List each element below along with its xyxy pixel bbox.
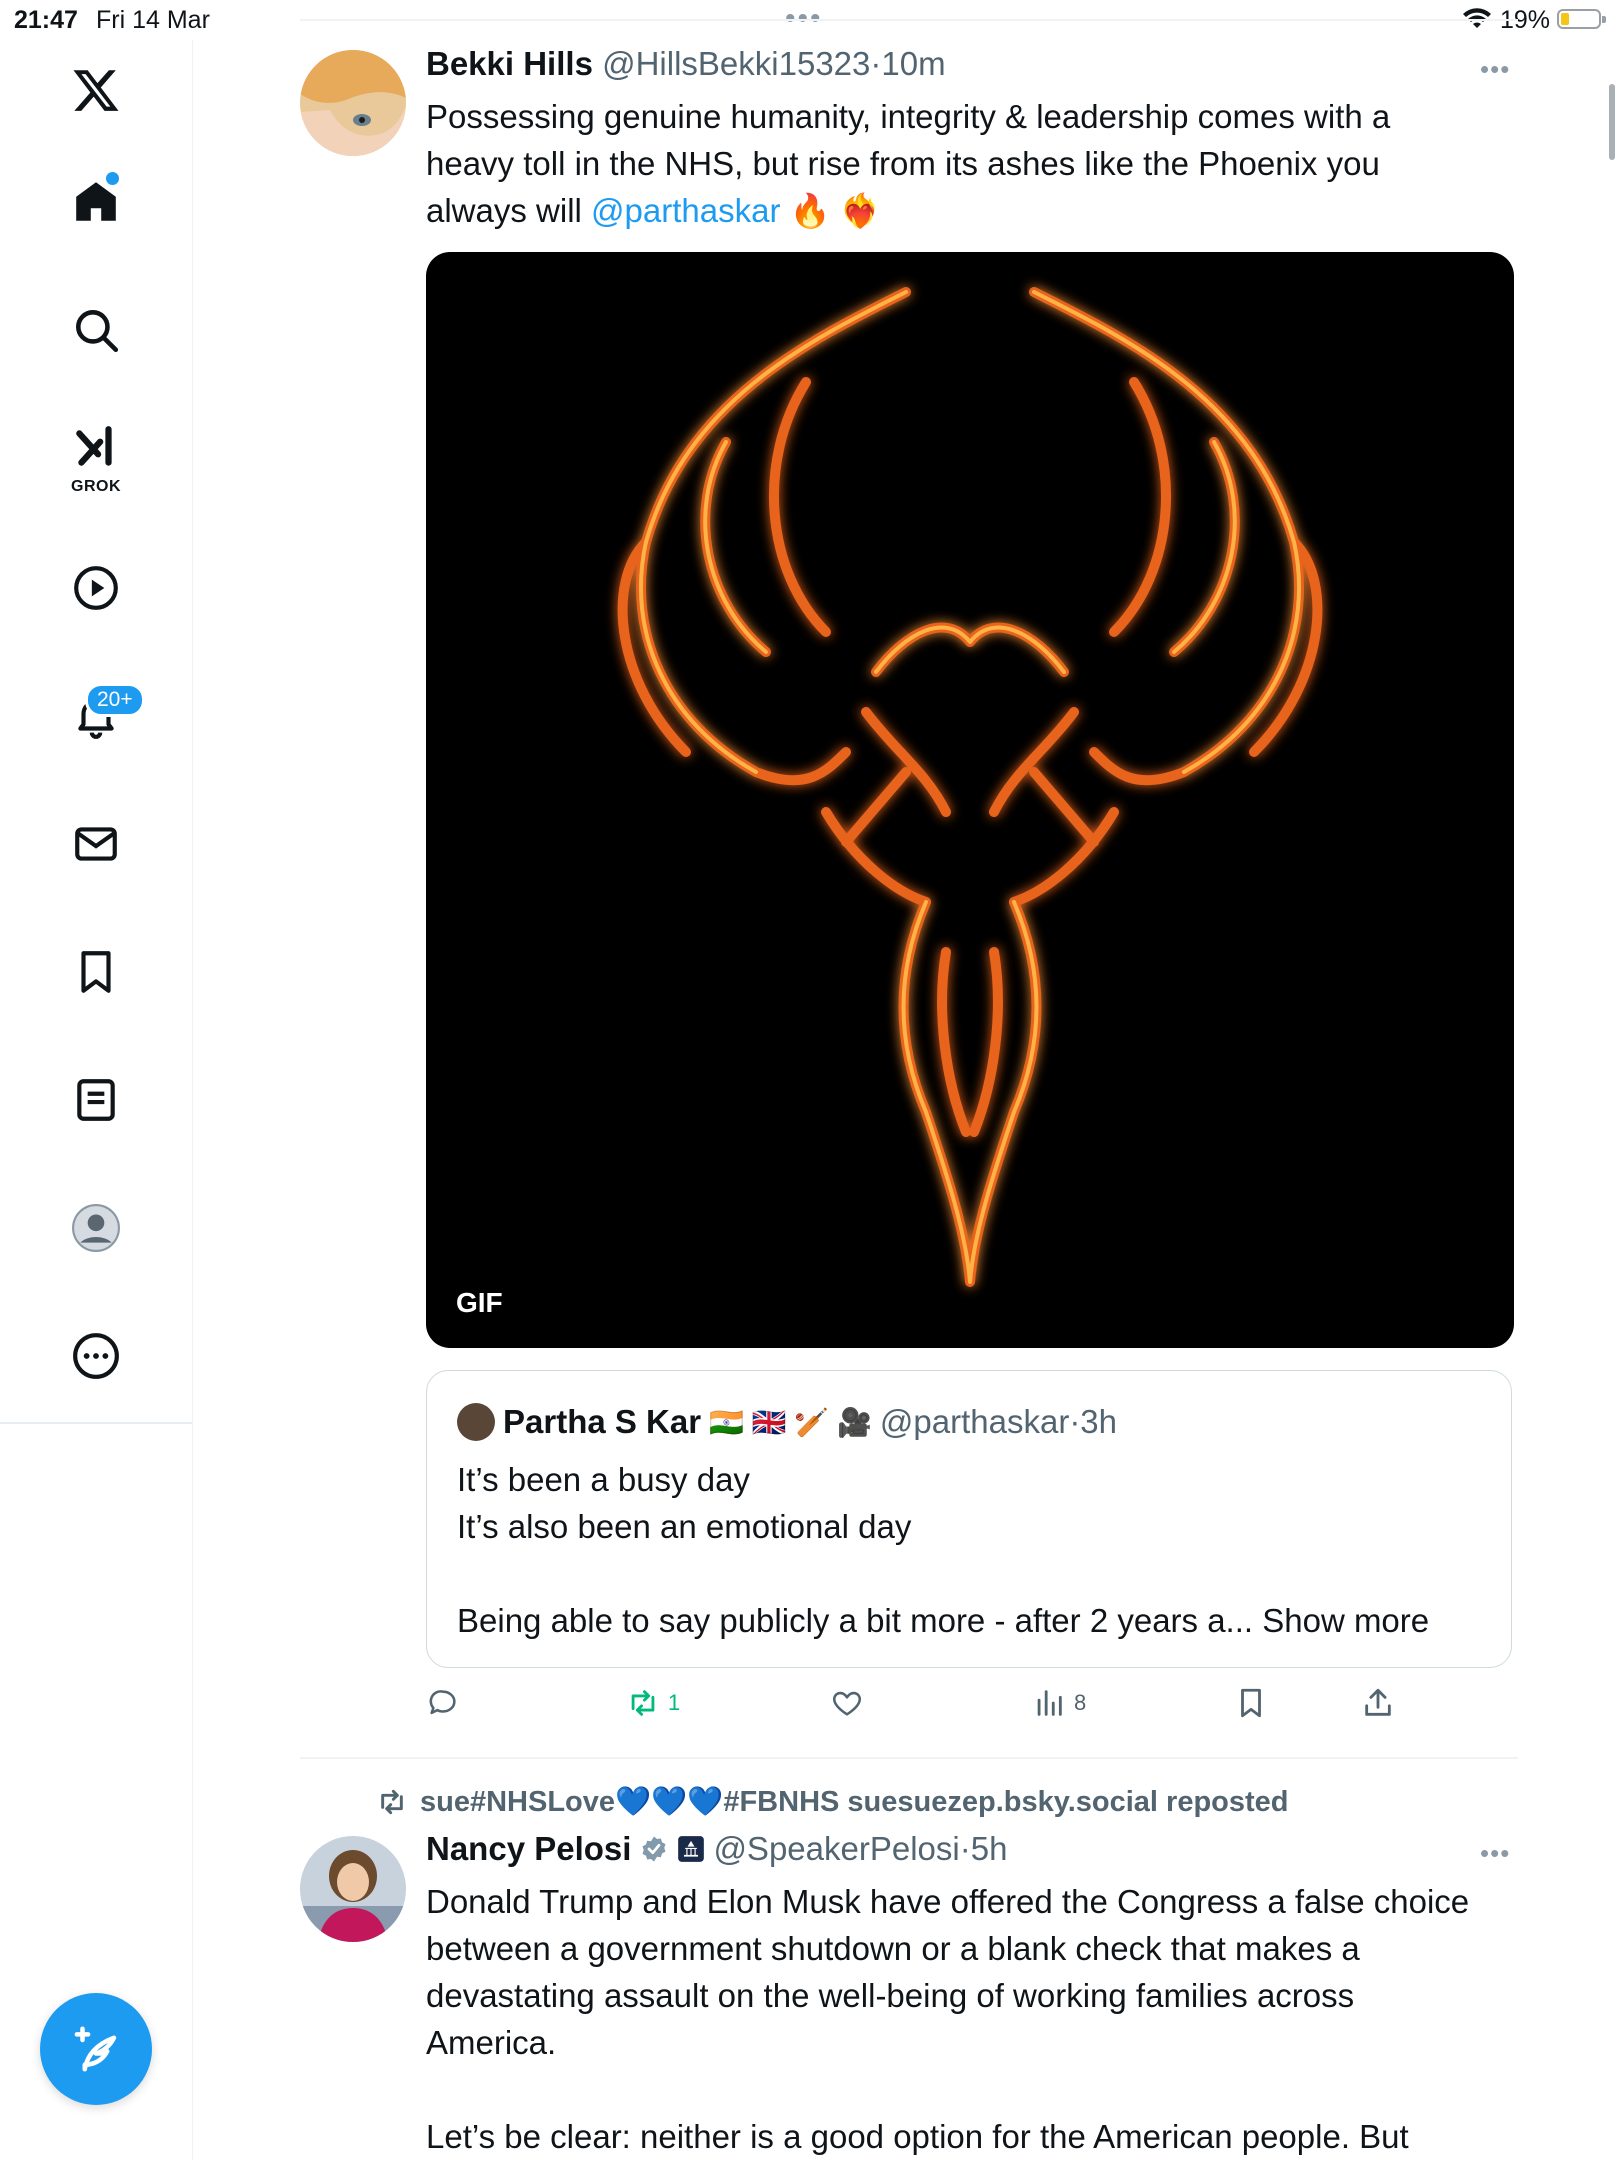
tweet-more-button[interactable]: ••• (1480, 1838, 1510, 1869)
repost-icon (381, 1789, 403, 1815)
bookmark-button[interactable] (1234, 1686, 1268, 1720)
timestamp[interactable]: ·5h (960, 1830, 1008, 1868)
x-logo-icon[interactable] (46, 50, 146, 130)
quoted-flags: 🇮🇳 🇬🇧 🏏 🎥 (709, 1406, 872, 1438)
quoted-display-name[interactable]: Partha S Kar (503, 1403, 701, 1441)
tweet-text-line: heavy toll in the NHS, but rise from its… (426, 145, 1380, 182)
analytics-icon (1037, 1690, 1062, 1716)
grok-icon[interactable] (46, 408, 146, 488)
tweet-text-line: devastating assault on the well-being of… (426, 1977, 1355, 2014)
display-name[interactable]: Nancy Pelosi (426, 1830, 631, 1868)
wifi-icon (1462, 8, 1492, 37)
government-badge-icon (678, 1836, 705, 1862)
quoted-handle-text: @parthaskar (879, 1403, 1070, 1440)
lists-icon[interactable] (46, 1060, 146, 1140)
repost-context[interactable]: sue#NHSLove💙💙💙#FBNHS suesuezep.bsky.soci… (376, 1785, 1289, 1819)
retweet-count: 1 (668, 1690, 681, 1715)
quoted-tweet[interactable]: Partha S Kar 🇮🇳 🇬🇧 🏏 🎥 @parthaskar·3h It… (426, 1370, 1512, 1668)
feather-plus-icon (74, 2026, 117, 2072)
date: Fri 14 Mar (96, 6, 210, 34)
sidebar: GROK 20+ (0, 40, 193, 2160)
emoji: 🔥 ❤️‍🔥 (780, 192, 881, 229)
mention-link[interactable]: @parthaskar (591, 192, 780, 229)
tweet-actions: 1 8 (426, 1686, 1514, 1726)
video-icon[interactable] (46, 548, 146, 628)
battery-icon (1557, 9, 1606, 29)
quoted-tweet-text: It’s been a busy day It’s also been an e… (457, 1456, 1429, 1644)
quoted-text-line: It’s been a busy day (457, 1461, 750, 1498)
quoted-timestamp: ·3h (1069, 1403, 1118, 1440)
sidebar-divider (0, 1422, 192, 1424)
bookmarks-icon[interactable] (46, 932, 146, 1012)
avatar[interactable] (300, 1836, 406, 1942)
views-button[interactable]: 8 (1032, 1686, 1086, 1720)
tweet-more-button[interactable]: ••• (1480, 54, 1510, 85)
home-icon[interactable] (46, 162, 146, 242)
retweet-button[interactable]: 1 (626, 1686, 680, 1720)
tweet-text: Possessing genuine humanity, integrity &… (426, 93, 1506, 234)
share-icon (1365, 1688, 1391, 1716)
bookmark-icon (1241, 1688, 1261, 1718)
retweet-icon (631, 1690, 655, 1716)
more-icon[interactable] (46, 1316, 146, 1396)
share-button[interactable] (1361, 1686, 1395, 1720)
handle[interactable]: @HillsBekki15323 (602, 45, 870, 82)
tweet-header: Bekki Hills @HillsBekki15323·10m (426, 45, 946, 83)
like-button[interactable] (830, 1686, 864, 1720)
tweet-header: Nancy Pelosi @SpeakerPelosi ·5h (426, 1830, 1007, 1868)
quoted-handle[interactable]: @parthaskar·3h (880, 1403, 1117, 1441)
gif-media[interactable]: GIF (426, 252, 1514, 1348)
tweet-text-line: America. (426, 2024, 557, 2061)
battery-percent: 19% (1500, 6, 1551, 34)
heart-icon (832, 1691, 862, 1716)
clock: 21:47 (14, 6, 78, 34)
scrollbar[interactable] (1609, 84, 1615, 160)
view-count: 8 (1074, 1690, 1087, 1715)
tweet-text-line: Donald Trump and Elon Musk have offered … (426, 1883, 1470, 1920)
handle[interactable]: @SpeakerPelosi (713, 1830, 959, 1868)
compose-post-button[interactable] (40, 1993, 152, 2105)
gif-label: GIF (456, 1287, 503, 1318)
reply-icon (429, 1690, 456, 1715)
quoted-text-line: It’s also been an emotional day (457, 1508, 912, 1545)
grok-label: GROK (71, 478, 121, 495)
quoted-tweet-header: Partha S Kar 🇮🇳 🇬🇧 🏏 🎥 @parthaskar·3h (457, 1403, 1117, 1441)
tweet-text-line: Let’s be clear: neither is a good option… (426, 2118, 1409, 2155)
show-more-link[interactable]: Show more (1253, 1602, 1429, 1639)
tweet-divider (300, 1757, 1518, 1759)
tweet-text: Donald Trump and Elon Musk have offered … (426, 1878, 1506, 2160)
messages-icon[interactable] (46, 804, 146, 884)
avatar[interactable] (300, 50, 406, 156)
tweet-text-line: Possessing genuine humanity, integrity &… (426, 98, 1391, 135)
tweet-text-line: between a government shutdown or a blank… (426, 1930, 1360, 1967)
notifications-badge: 20+ (85, 683, 145, 717)
display-name[interactable]: Bekki Hills (426, 45, 593, 82)
quoted-text-segment: Being able to say publicly a bit more - … (457, 1602, 1254, 1639)
search-icon[interactable] (46, 290, 146, 370)
repost-by-text: sue#NHSLove💙💙💙#FBNHS suesuezep.bsky.soci… (420, 1786, 1289, 1818)
phoenix-fire-image (617, 287, 1323, 1287)
profile-avatar-icon[interactable] (46, 1188, 146, 1268)
tweet-text-line: always will @parthaskar 🔥 ❤️‍🔥 (426, 187, 1506, 234)
quoted-text-line: Being able to say publicly a bit more - … (457, 1597, 1429, 1644)
timestamp[interactable]: ·10m (870, 45, 945, 82)
verified-badge-icon (642, 1836, 666, 1862)
feed-top-border (300, 19, 1518, 21)
quoted-avatar[interactable] (457, 1403, 495, 1441)
reply-button[interactable] (426, 1686, 460, 1720)
home-unread-dot (104, 170, 121, 187)
tweet-text-segment: always will (426, 192, 592, 229)
